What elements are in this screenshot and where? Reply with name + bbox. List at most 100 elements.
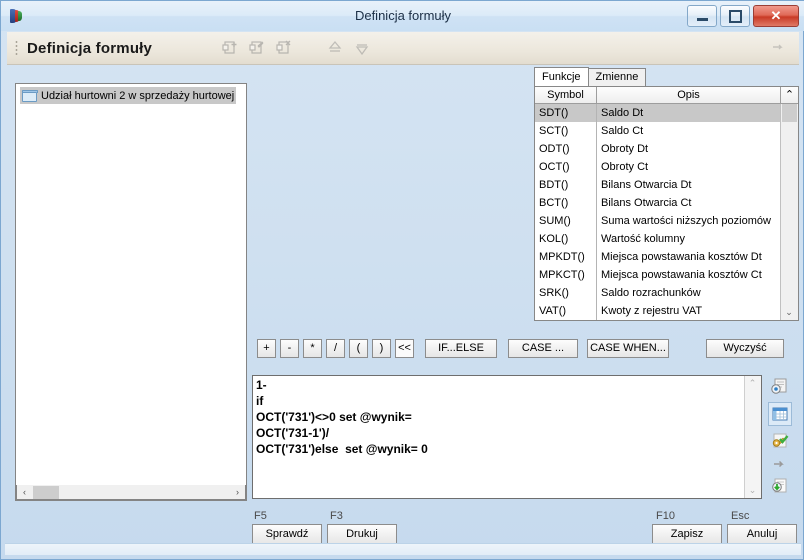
function-symbol: SDT() [535, 104, 597, 122]
tab-zmienne[interactable]: Zmienne [587, 68, 647, 86]
move-down-icon[interactable] [353, 39, 371, 57]
formula-editor[interactable]: 1- if OCT('731')<>0 set @wynik= OCT('731… [253, 376, 744, 498]
function-description: Obroty Ct [601, 161, 649, 173]
function-symbol: ODT() [535, 140, 597, 158]
collapse-ribbon-icon[interactable] [771, 41, 787, 56]
tree-horizontal-scrollbar[interactable]: ‹ › [16, 485, 246, 500]
function-row[interactable]: VAT() Kwoty z rejestru VAT [535, 302, 780, 320]
functions-rows: SDT() Saldo Dt SCT() Saldo Ct ODT() Obroty Dt… [535, 104, 780, 320]
tab-funkcje[interactable]: Funkcje [534, 67, 589, 86]
tree-item[interactable]: Udział hurtowni 2 w sprzedaży hurtowej o… [20, 87, 236, 104]
function-row[interactable]: BCT() Bilans Otwarcia Ct [535, 194, 780, 212]
scroll-thumb[interactable] [33, 485, 59, 499]
function-row[interactable]: MPKCT() Miejsca powstawania kosztów Ct [535, 266, 780, 284]
function-symbol: BDT() [535, 176, 597, 194]
function-description: Suma wartości niższych poziomów [601, 215, 771, 227]
operator-close-paren-button[interactable]: ) [372, 339, 391, 358]
move-up-icon[interactable] [326, 39, 344, 57]
window-title: Definicja formuły [354, 8, 452, 23]
delete-node-icon[interactable] [276, 39, 294, 57]
function-symbol: KOL() [535, 230, 597, 248]
function-description: Saldo rozrachunków [601, 287, 701, 299]
backspace-button[interactable]: << [395, 339, 414, 358]
print-shortcut-label: F3 [330, 510, 343, 522]
check-button[interactable]: Sprawdź [252, 524, 322, 545]
function-symbol: SUM() [535, 212, 597, 230]
operator-plus-button[interactable]: + [257, 339, 276, 358]
print-button[interactable]: Drukuj [327, 524, 397, 545]
function-symbol: VAT() [535, 302, 597, 320]
key-check-icon[interactable] [768, 429, 792, 453]
column-header-symbol[interactable]: Symbol [535, 87, 597, 104]
cancel-shortcut-label: Esc [731, 510, 750, 522]
function-symbol: MPKCT() [535, 266, 597, 284]
scroll-up-icon[interactable]: ⌃ [781, 87, 798, 104]
formula-definition-window: Definicja formuły ✕ Definicja formuły Ud… [0, 0, 804, 560]
close-button[interactable]: ✕ [753, 5, 799, 27]
function-row[interactable]: BDT() Bilans Otwarcia Dt [535, 176, 780, 194]
folder-icon [22, 89, 38, 102]
case-when-button[interactable]: CASE WHEN... [587, 339, 669, 358]
books-icon [7, 7, 25, 25]
function-description: Miejsca powstawania kosztów Dt [601, 251, 762, 263]
scroll-up-icon[interactable]: ⌃ [745, 376, 760, 391]
save-button[interactable]: Zapisz [652, 524, 722, 545]
functions-tabstrip: Funkcje Zmienne [534, 67, 647, 86]
operator-multiply-button[interactable]: * [303, 339, 322, 358]
function-row[interactable]: MPKDT() Miejsca powstawania kosztów Dt [535, 248, 780, 266]
function-row[interactable]: ODT() Obroty Dt [535, 140, 780, 158]
function-description: Wartość kolumny [601, 233, 685, 245]
operator-open-paren-button[interactable]: ( [349, 339, 368, 358]
page-title: Definicja formuły [27, 39, 153, 57]
cancel-button[interactable]: Anuluj [727, 524, 797, 545]
function-description: Kwoty z rejestru VAT [601, 305, 703, 317]
scroll-down-icon[interactable]: ⌄ [781, 304, 797, 320]
table-grid-icon[interactable] [768, 402, 792, 426]
function-description: Saldo Ct [601, 125, 644, 137]
function-row[interactable]: OCT() Obroty Ct [535, 158, 780, 176]
function-symbol: MPKDT() [535, 248, 597, 266]
if-else-button[interactable]: IF...ELSE [425, 339, 497, 358]
edit-node-icon[interactable] [249, 39, 267, 57]
operator-divide-button[interactable]: / [326, 339, 345, 358]
scroll-down-icon[interactable]: ⌄ [745, 483, 760, 498]
header-toolbar [222, 39, 371, 57]
document-download-icon[interactable] [768, 474, 792, 498]
scroll-thumb[interactable] [782, 104, 797, 122]
maximize-button[interactable] [720, 5, 750, 27]
minimize-icon [696, 17, 708, 21]
function-symbol: BCT() [535, 194, 597, 212]
function-row[interactable]: KOL() Wartość kolumny [535, 230, 780, 248]
function-row[interactable]: SCT() Saldo Ct [535, 122, 780, 140]
function-description: Miejsca powstawania kosztów Ct [601, 269, 762, 281]
scroll-right-icon[interactable]: › [230, 486, 245, 499]
tree-item-label: Udział hurtowni 2 w sprzedaży hurtowej o… [41, 89, 236, 102]
scroll-left-icon[interactable]: ‹ [17, 486, 32, 499]
operator-minus-button[interactable]: - [280, 339, 299, 358]
function-row[interactable]: SDT() Saldo Dt [535, 104, 780, 122]
formula-editor-wrapper: 1- if OCT('731')<>0 set @wynik= OCT('731… [252, 375, 762, 499]
function-symbol: OCT() [535, 158, 597, 176]
add-node-icon[interactable] [222, 39, 240, 57]
title-bar: Definicja formuły ✕ [1, 1, 804, 31]
function-description: Saldo Dt [601, 107, 644, 119]
minimize-button[interactable] [687, 5, 717, 27]
functions-list-panel: Symbol Opis ⌃ SDT() Saldo Dt SCT() Saldo Ct… [534, 86, 799, 321]
preview-document-icon[interactable] [768, 375, 792, 399]
function-row[interactable]: SUM() Suma wartości niższych poziomów [535, 212, 780, 230]
functions-vertical-scrollbar[interactable]: ⌄ [780, 104, 798, 320]
maximize-icon [728, 9, 742, 23]
clear-button[interactable]: Wyczyść [706, 339, 784, 358]
formula-tree-panel[interactable]: Udział hurtowni 2 w sprzedaży hurtowej o… [15, 83, 247, 501]
window-controls: ✕ [687, 5, 799, 27]
drag-grip[interactable] [15, 40, 18, 56]
function-description: Bilans Otwarcia Ct [601, 197, 692, 209]
functions-list-header: Symbol Opis ⌃ [535, 87, 798, 104]
function-symbol: SCT() [535, 122, 597, 140]
editor-vertical-scrollbar[interactable]: ⌃ ⌄ [744, 376, 761, 498]
operator-button-row: + - * / ( ) << IF...ELSE CASE ... CASE W… [257, 339, 669, 358]
column-header-opis[interactable]: Opis [597, 87, 781, 104]
function-row[interactable]: SRK() Saldo rozrachunków [535, 284, 780, 302]
arrow-small-icon[interactable] [768, 456, 792, 471]
case-button[interactable]: CASE ... [508, 339, 578, 358]
